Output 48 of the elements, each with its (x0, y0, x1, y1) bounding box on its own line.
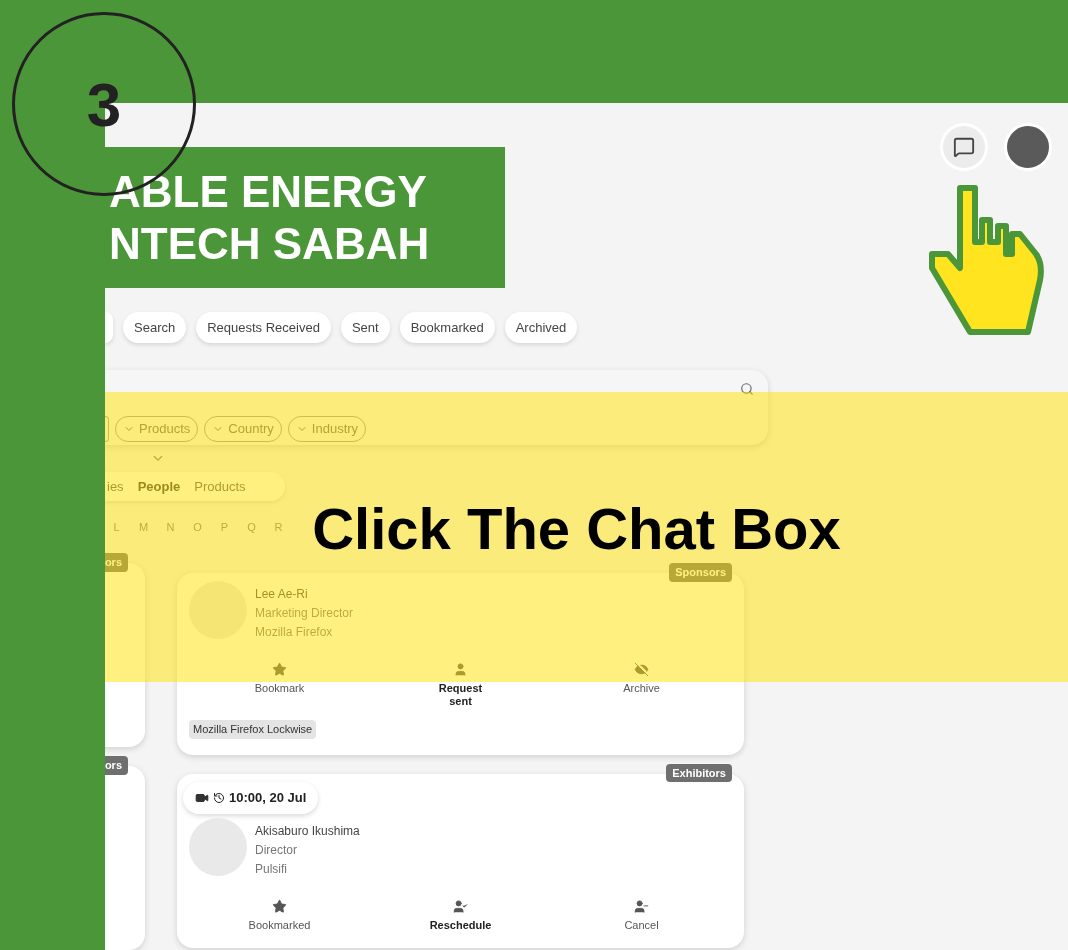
alphabet-letter[interactable]: M (137, 518, 150, 536)
alphabet-letter[interactable]: P (218, 518, 231, 536)
alphabet-letter[interactable]: R (272, 518, 285, 536)
category-tag: ors (105, 756, 128, 775)
logo-text: ABLE ENERGY (109, 165, 428, 218)
filter-tab[interactable]: Archived (504, 312, 578, 343)
card-action-button[interactable]: Cancel (609, 898, 674, 932)
card-action-button[interactable]: Bookmark (247, 662, 312, 708)
person-check-icon (453, 898, 468, 914)
filter-tab[interactable]: Sent (340, 312, 390, 343)
category-tag: Exhibitors (666, 763, 732, 782)
card-action-button[interactable]: Reschedule (428, 898, 493, 932)
chat-button[interactable] (940, 123, 988, 171)
person-name: Akisaburo Ikushima (255, 822, 360, 840)
view-option[interactable]: ies (107, 476, 124, 497)
eye-slash-icon (634, 662, 649, 677)
meeting-time: 10:00, 20 Jul (229, 788, 307, 807)
search-icon[interactable] (740, 382, 754, 396)
alphabet-letter[interactable]: Q (245, 518, 258, 536)
person-icon (453, 662, 468, 677)
filter-tab[interactable]: Requests Received (196, 312, 331, 343)
person-role: Marketing Director (255, 605, 354, 622)
logo-text: NTECH SABAH (109, 217, 431, 270)
clock-icon (213, 791, 225, 804)
view-option[interactable]: People (137, 476, 181, 497)
filter-tab[interactable]: Bookmarked (399, 312, 495, 343)
star-icon (272, 662, 287, 677)
person-name: Lee Ae-Ri (255, 586, 309, 603)
card-action-button[interactable]: Archive (609, 662, 674, 708)
category-tag: ors (105, 553, 128, 572)
star-icon (272, 898, 287, 914)
instruction-title: Click The Chat Box (312, 499, 841, 559)
card-action-button[interactable]: Bookmarked (247, 898, 312, 932)
category-tag: Sponsors (669, 563, 732, 582)
step-number: 3 (86, 68, 122, 141)
person-minus-icon (634, 898, 649, 914)
filter-tab[interactable]: Search (123, 312, 187, 343)
person-role: Director (255, 841, 298, 859)
meeting-time-pill[interactable]: 10:00, 20 Jul (183, 781, 319, 814)
company-name: Mozilla Firefox (255, 624, 334, 641)
alphabet-letter[interactable]: N (164, 518, 177, 536)
chat-icon (953, 136, 975, 158)
user-avatar[interactable] (1004, 123, 1052, 171)
company-name: Pulsifi (255, 860, 288, 878)
product-tag: Mozilla Firefox Lockwise (189, 720, 317, 739)
view-option[interactable]: Products (194, 476, 246, 497)
card-action-button[interactable]: Request sent (428, 662, 493, 708)
alphabet-letter[interactable]: O (191, 518, 204, 536)
